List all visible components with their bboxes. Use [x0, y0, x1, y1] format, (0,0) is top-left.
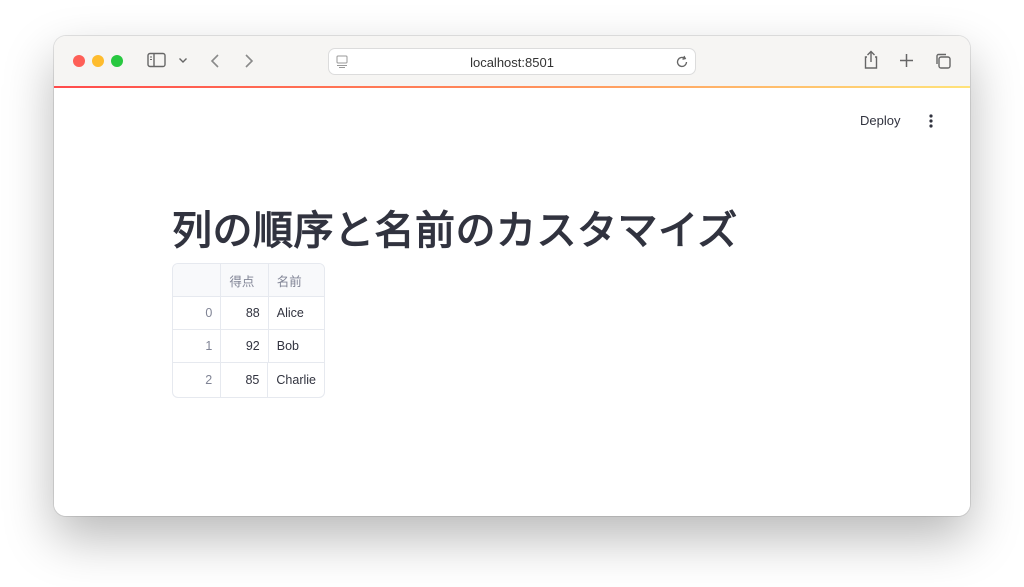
address-bar[interactable]: localhost:8501: [328, 48, 696, 75]
data-table[interactable]: 得点 名前 0 88 Alice 1 92 Bob 2 85 Charlie: [172, 263, 325, 398]
name-cell[interactable]: Bob: [269, 330, 324, 362]
zoom-window-button[interactable]: [111, 55, 123, 67]
forward-arrow-icon[interactable]: [244, 53, 254, 69]
app-content: Deploy 列の順序と名前のカスタマイズ 得点 名前 0 88 Alice 1…: [54, 88, 970, 516]
table-row: 1 92 Bob: [173, 330, 324, 363]
table-row: 2 85 Charlie: [173, 363, 324, 397]
new-tab-icon[interactable]: [899, 53, 914, 68]
table-header-row: 得点 名前: [173, 264, 324, 297]
score-cell[interactable]: 92: [221, 330, 269, 362]
minimize-window-button[interactable]: [92, 55, 104, 67]
url-text: localhost:8501: [470, 55, 554, 70]
chevron-down-icon[interactable]: [178, 57, 188, 64]
row-index: 2: [173, 363, 222, 397]
score-cell[interactable]: 88: [221, 297, 269, 329]
close-window-button[interactable]: [73, 55, 85, 67]
deploy-button[interactable]: Deploy: [860, 113, 900, 128]
row-index: 0: [173, 297, 222, 329]
name-column-header[interactable]: 名前: [269, 264, 324, 296]
name-cell[interactable]: Alice: [269, 297, 324, 329]
score-cell[interactable]: 85: [221, 363, 269, 397]
score-column-header[interactable]: 得点: [221, 264, 269, 296]
tab-overview-icon[interactable]: [934, 52, 952, 70]
row-index: 1: [173, 330, 222, 362]
more-menu-icon[interactable]: [928, 113, 934, 134]
browser-titlebar: localhost:8501: [54, 36, 970, 86]
page-title: 列の順序と名前のカスタマイズ: [172, 209, 738, 253]
share-icon[interactable]: [863, 50, 879, 70]
browser-window: localhost:8501 Deploy 列の順序と名前のカスタマイズ 得点 …: [54, 36, 970, 516]
reload-icon[interactable]: [675, 54, 689, 74]
name-cell[interactable]: Charlie: [268, 363, 324, 397]
back-arrow-icon[interactable]: [210, 53, 220, 69]
table-row: 0 88 Alice: [173, 297, 324, 330]
sidebar-toggle-icon[interactable]: [147, 52, 167, 69]
index-header: [173, 264, 222, 296]
